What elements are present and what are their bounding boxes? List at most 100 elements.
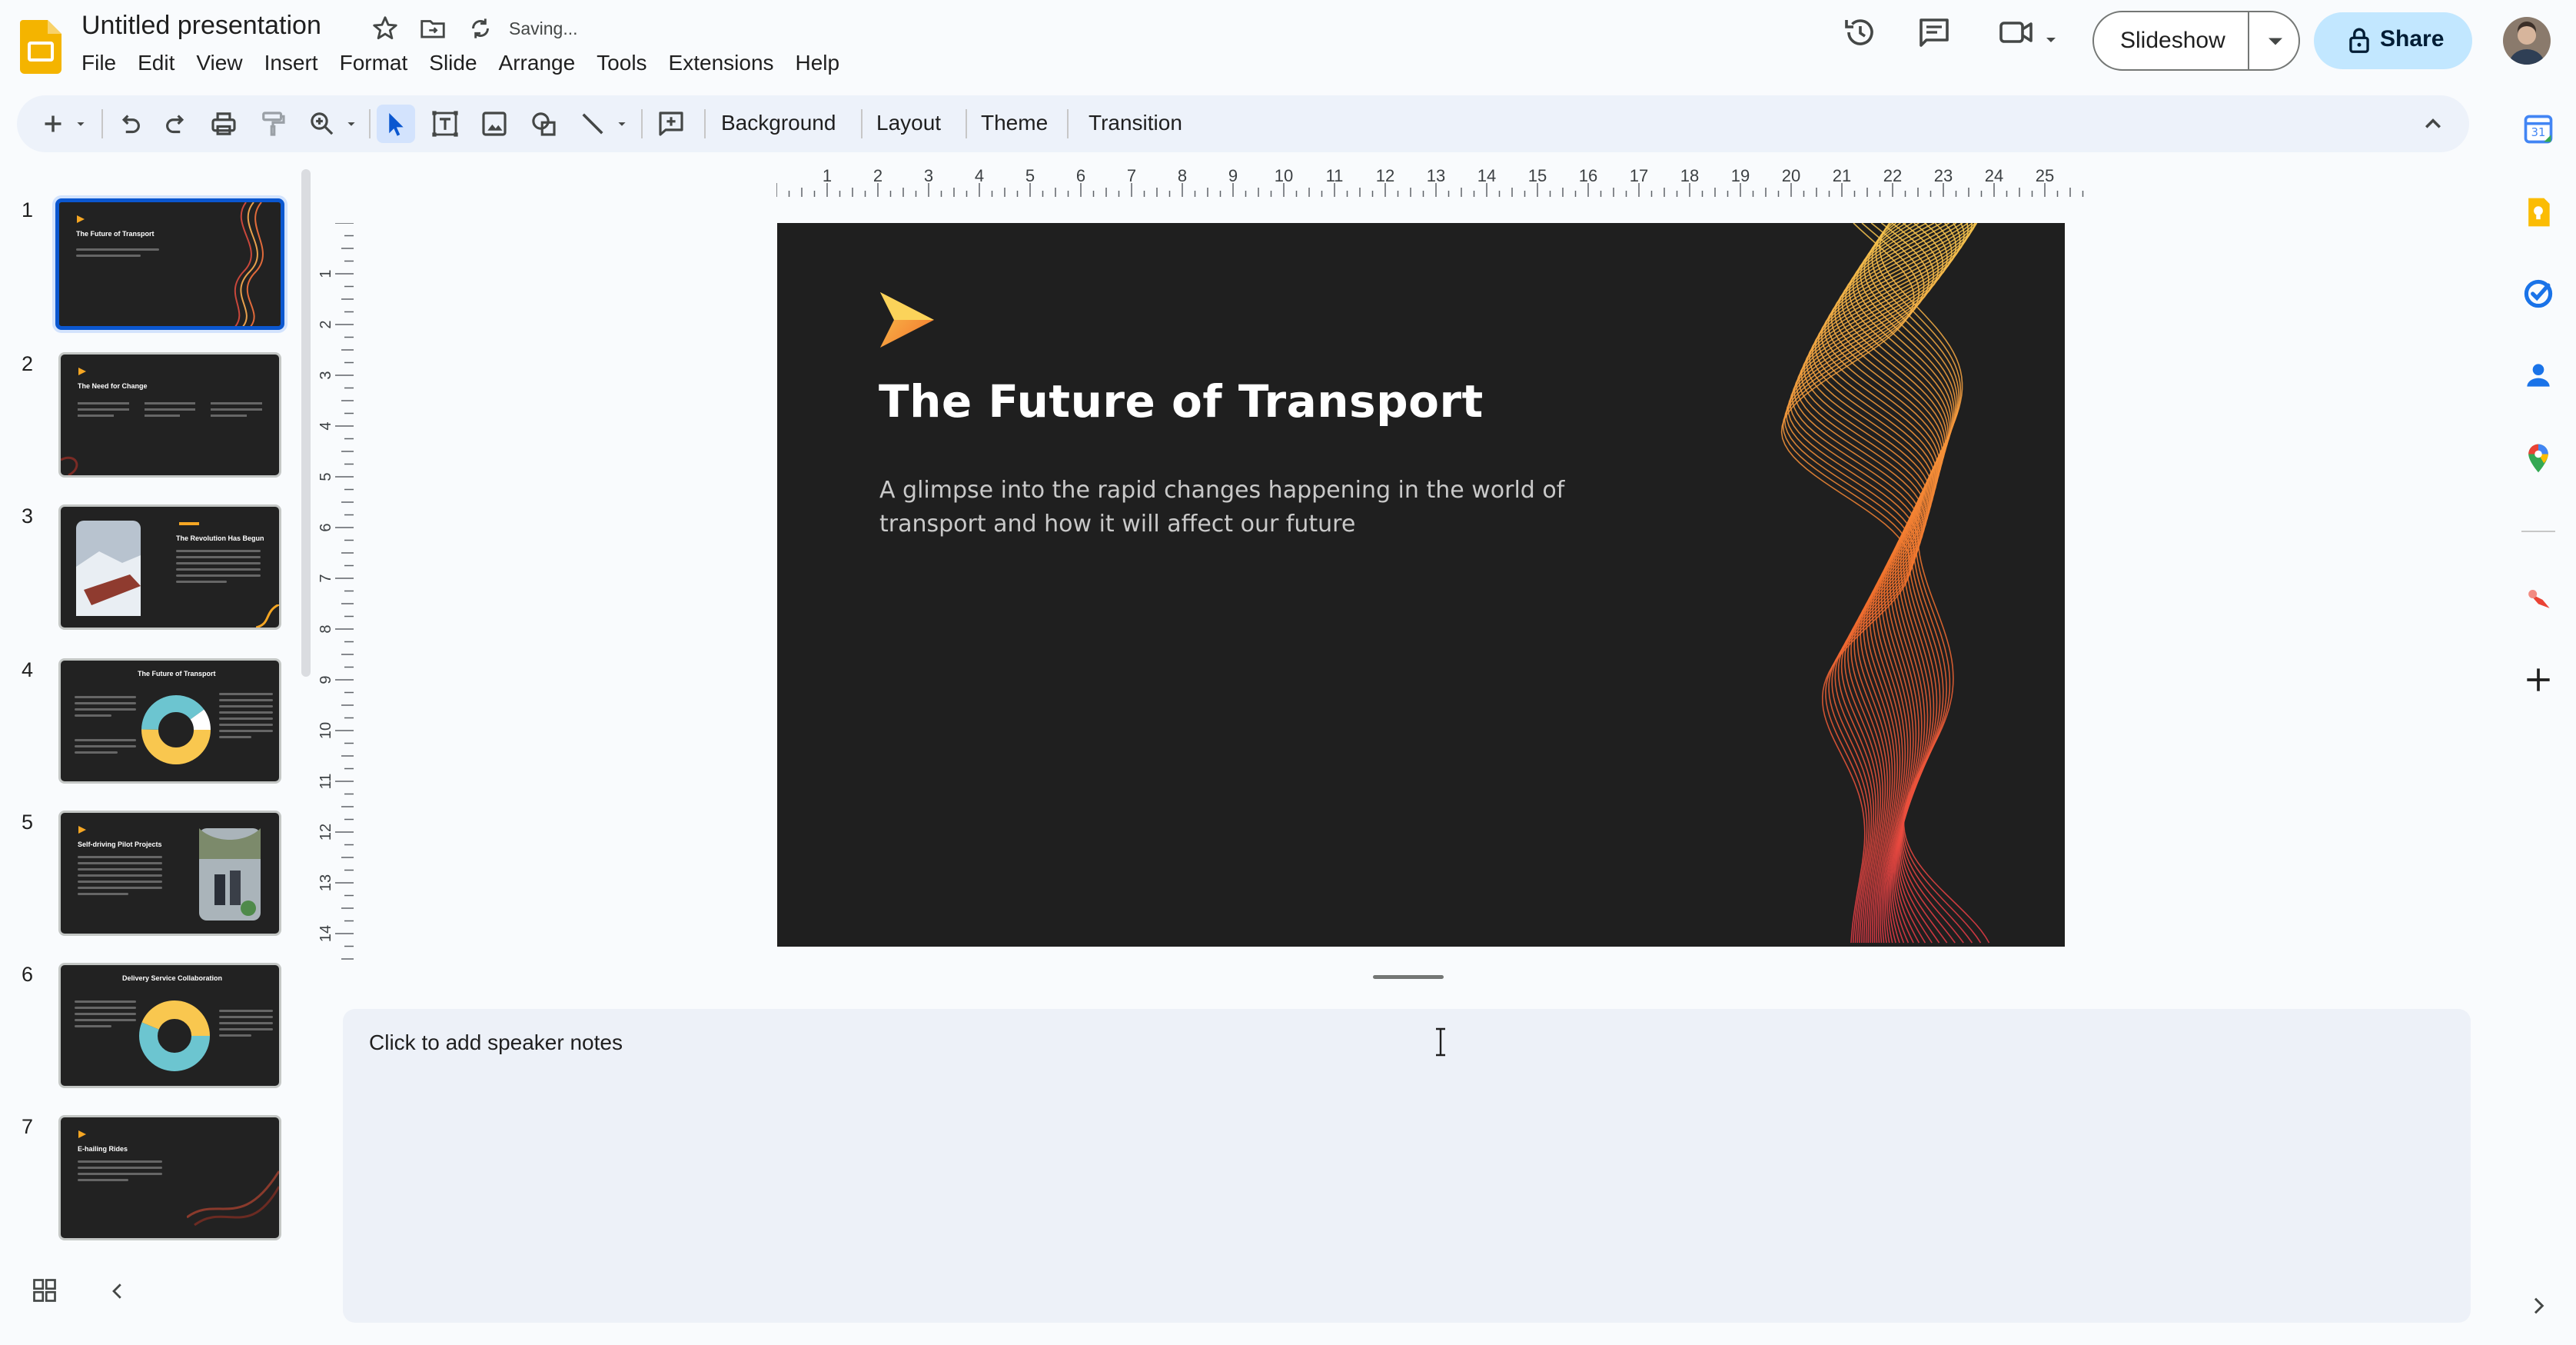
ruler-label: 7 bbox=[318, 574, 334, 582]
line-dropdown[interactable] bbox=[613, 108, 630, 140]
slide-thumbnail-3[interactable]: The Revolution Has Begun bbox=[58, 504, 281, 630]
maps-icon[interactable] bbox=[2521, 441, 2555, 475]
thumbnail-photo bbox=[199, 828, 261, 921]
menu-tools[interactable]: Tools bbox=[586, 51, 657, 75]
menu-insert[interactable]: Insert bbox=[254, 51, 329, 75]
hide-menus-button[interactable] bbox=[2417, 108, 2449, 140]
plus-icon bbox=[45, 115, 61, 132]
keep-icon[interactable] bbox=[2521, 195, 2555, 229]
move-folder-icon[interactable] bbox=[418, 14, 447, 43]
speaker-notes-panel[interactable]: Click to add speaker notes bbox=[343, 1009, 2471, 1323]
menu-help[interactable]: Help bbox=[785, 51, 851, 75]
zoom-dropdown[interactable] bbox=[343, 108, 360, 140]
zoom-button[interactable] bbox=[306, 108, 338, 140]
ruler-label: 14 bbox=[1477, 166, 1496, 185]
slides-logo-icon[interactable] bbox=[20, 20, 61, 74]
slide-thumbnail-6[interactable]: Delivery Service Collaboration bbox=[58, 963, 281, 1088]
chevron-right-icon[interactable] bbox=[2526, 1293, 2551, 1318]
ruler-label: 13 bbox=[318, 874, 334, 891]
play-logo-icon bbox=[78, 826, 86, 834]
version-history-icon[interactable] bbox=[1842, 14, 1879, 51]
grid-view-icon[interactable] bbox=[31, 1277, 58, 1304]
ruler-label: 3 bbox=[924, 166, 933, 185]
save-status: Saving... bbox=[509, 18, 578, 38]
star-icon[interactable] bbox=[371, 14, 400, 43]
ruler-label: 5 bbox=[318, 472, 334, 481]
add-comment-button[interactable] bbox=[655, 108, 687, 140]
ruler-label: 15 bbox=[1528, 166, 1547, 185]
slide-thumbnail-2[interactable]: The Need for Change bbox=[58, 352, 281, 478]
horizontal-ruler[interactable]: 1 2 3 4 5 6 7 8 9 10 11 12 13 14 15 16 17 18 19 20 21 22 23 24 2… bbox=[776, 165, 2474, 197]
add-icon[interactable] bbox=[2521, 663, 2555, 697]
lock-icon bbox=[2349, 28, 2369, 53]
layout-button[interactable]: Layout bbox=[876, 111, 941, 135]
ruler-label: 22 bbox=[1883, 166, 1902, 185]
ruler-label: 10 bbox=[1275, 166, 1293, 185]
slide-subtitle[interactable]: A glimpse into the rapid changes happeni… bbox=[879, 474, 1571, 541]
chevron-left-icon[interactable] bbox=[106, 1278, 129, 1304]
wave-lines-graphic[interactable] bbox=[1707, 223, 2065, 947]
menu-extensions[interactable]: Extensions bbox=[658, 51, 785, 75]
sync-status-icon bbox=[472, 18, 489, 38]
slide-thumbnail-5[interactable]: Self-driving Pilot Projects bbox=[58, 811, 281, 936]
ruler-label: 6 bbox=[1076, 166, 1085, 185]
wave-graphic bbox=[187, 1170, 279, 1227]
ruler-label: 25 bbox=[2036, 166, 2054, 185]
print-button[interactable] bbox=[208, 108, 240, 140]
redo-button[interactable] bbox=[160, 108, 192, 140]
slide-thumbnail-1[interactable]: The Future of Transport bbox=[55, 198, 284, 330]
document-title[interactable]: Untitled presentation bbox=[81, 11, 321, 41]
menu-format[interactable]: Format bbox=[329, 51, 419, 75]
notes-resize-handle[interactable] bbox=[1373, 975, 1444, 979]
slide-thumbnail-7[interactable]: E-hailing Rides bbox=[58, 1115, 281, 1240]
line-tool[interactable] bbox=[577, 108, 609, 140]
undo-button[interactable] bbox=[114, 108, 146, 140]
play-logo-icon bbox=[78, 1130, 86, 1138]
select-tool[interactable] bbox=[377, 105, 415, 143]
ruler-label: 12 bbox=[318, 824, 334, 841]
transition-button[interactable]: Transition bbox=[1089, 111, 1182, 135]
ruler-label: 11 bbox=[318, 774, 334, 790]
contacts-icon[interactable] bbox=[2521, 358, 2555, 392]
ruler-label: 3 bbox=[318, 371, 334, 379]
slide-title[interactable]: The Future of Transport bbox=[879, 375, 1484, 428]
calendar-icon[interactable]: 31 bbox=[2521, 112, 2555, 146]
play-logo-icon bbox=[880, 292, 934, 348]
insert-image-tool[interactable] bbox=[478, 108, 510, 140]
undo-icon bbox=[121, 115, 140, 134]
current-slide[interactable]: The Future of Transport A glimpse into t… bbox=[777, 223, 2065, 947]
share-button[interactable]: Share bbox=[2314, 12, 2472, 69]
comments-icon[interactable] bbox=[1916, 14, 1953, 51]
speaker-notes-placeholder[interactable]: Click to add speaker notes bbox=[369, 1030, 623, 1055]
account-avatar[interactable] bbox=[2503, 17, 2551, 65]
slideshow-button[interactable]: Slideshow bbox=[2092, 11, 2300, 71]
addon-icon[interactable] bbox=[2521, 581, 2555, 615]
meet-dropdown-icon[interactable] bbox=[2042, 31, 2060, 49]
caret-down-icon bbox=[347, 122, 355, 126]
theme-button[interactable]: Theme bbox=[981, 111, 1048, 135]
menu-slide[interactable]: Slide bbox=[418, 51, 487, 75]
vertical-ruler[interactable]: 1234567891011121314 bbox=[318, 223, 354, 961]
text-box-tool[interactable] bbox=[429, 108, 461, 140]
paint-format-button[interactable] bbox=[257, 108, 289, 140]
slideshow-label: Slideshow bbox=[2120, 28, 2225, 53]
text-cursor-icon bbox=[1436, 1027, 1445, 1057]
slideshow-options-icon[interactable] bbox=[2262, 28, 2289, 55]
filmstrip-scrollbar[interactable] bbox=[301, 169, 311, 677]
tasks-icon[interactable] bbox=[2521, 277, 2555, 311]
menu-view[interactable]: View bbox=[185, 51, 253, 75]
shape-tool[interactable] bbox=[527, 108, 560, 140]
meet-camera-icon[interactable] bbox=[1997, 14, 2037, 51]
menu-file[interactable]: File bbox=[81, 51, 127, 75]
thumbnail-title: Self-driving Pilot Projects bbox=[78, 841, 162, 848]
caret-down-icon bbox=[618, 122, 626, 126]
menu-arrange[interactable]: Arrange bbox=[488, 51, 587, 75]
ruler-label: 9 bbox=[318, 675, 334, 684]
menu-edit[interactable]: Edit bbox=[127, 51, 185, 75]
new-slide-button[interactable] bbox=[37, 108, 69, 140]
redo-icon bbox=[166, 115, 184, 134]
background-button[interactable]: Background bbox=[721, 111, 836, 135]
new-slide-dropdown[interactable] bbox=[72, 108, 89, 140]
slide-thumbnail-4[interactable]: The Future of Transport bbox=[58, 658, 281, 784]
wave-graphic bbox=[234, 202, 264, 326]
